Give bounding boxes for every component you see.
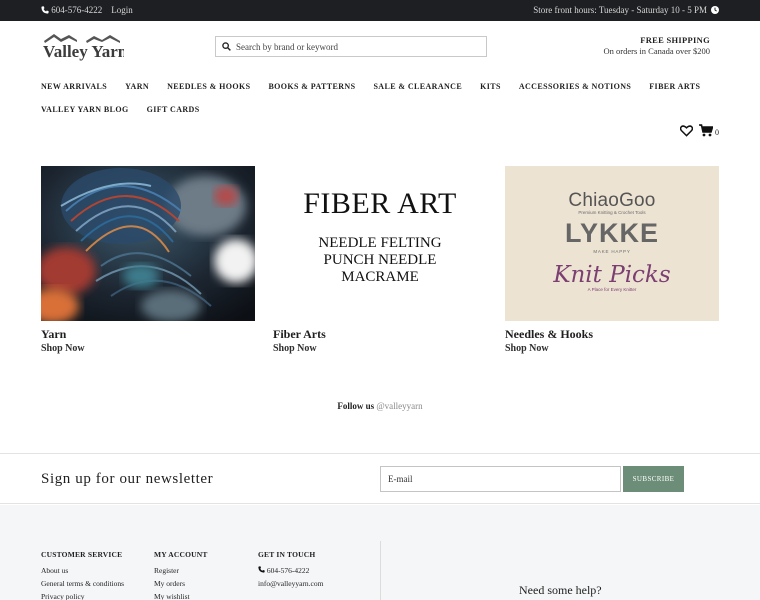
nav-yarn[interactable]: YARN	[125, 82, 149, 93]
tile-title-yarn[interactable]: Yarn	[41, 327, 66, 342]
shipping-subtitle: On orders in Canada over $200	[603, 46, 710, 56]
brand-knit-picks: Knit Picks	[553, 262, 671, 288]
subscribe-button[interactable]: SUBSCRIBE	[623, 466, 684, 492]
brand-knit-picks-tag: A Place for Every Knitter	[587, 287, 637, 292]
brand-chiaogoo: ChiaoGoo	[568, 190, 656, 211]
newsletter-heading: Sign up for our newsletter	[41, 471, 214, 487]
shipping-title: FREE SHIPPING	[640, 35, 710, 45]
top-bar: 604-576-4222 Login Store front hours: Tu…	[0, 0, 760, 21]
login-link[interactable]: Login	[111, 5, 133, 15]
heart-icon	[679, 125, 694, 137]
nav-books-patterns[interactable]: BOOKS & PATTERNS	[268, 82, 355, 93]
footer-my-account: MY ACCOUNT Register My orders My wishlis…	[154, 548, 208, 600]
tile-title-fiber-arts[interactable]: Fiber Arts	[273, 327, 326, 342]
search-input[interactable]	[236, 41, 476, 52]
cart-button[interactable]: 0	[699, 124, 719, 137]
shipping-notice: FREE SHIPPING On orders in Canada over $…	[604, 35, 710, 57]
valley-yarn-logo: Valley Yarn	[43, 34, 128, 61]
footer-divider	[380, 541, 381, 600]
logo-wordmark: Valley Yarn	[43, 42, 124, 61]
nav-needles-hooks[interactable]: NEEDLES & HOOKS	[167, 82, 250, 93]
nav-kits[interactable]: KITS	[480, 82, 501, 93]
nav-gift-cards[interactable]: GIFT CARDS	[147, 105, 200, 116]
site-logo[interactable]: Valley Yarn	[42, 33, 128, 63]
footer-get-in-touch: GET IN TOUCH 604-576-4222 info@valleyyar…	[258, 548, 323, 590]
footer-link-terms[interactable]: General terms & conditions	[41, 577, 124, 590]
nav-fiber-arts[interactable]: FIBER ARTS	[649, 82, 700, 93]
footer-customer-service: CUSTOMER SERVICE About us General terms …	[41, 548, 124, 600]
main-nav: NEW ARRIVALS YARN NEEDLES & HOOKS BOOKS …	[41, 82, 731, 128]
shop-now-yarn[interactable]: Shop Now	[41, 343, 85, 354]
search-bar[interactable]	[215, 36, 487, 57]
wishlist-button[interactable]	[679, 124, 694, 142]
newsletter-email-input[interactable]	[380, 466, 621, 492]
nav-new-arrivals[interactable]: NEW ARRIVALS	[41, 82, 107, 93]
phone-icon	[41, 6, 49, 14]
needles-hooks-tile-image[interactable]: ChiaoGoo Premium Knitting & Crochet Tool…	[505, 166, 719, 321]
shop-now-fiber-arts[interactable]: Shop Now	[273, 343, 317, 354]
topbar-phone[interactable]: 604-576-4222	[41, 5, 102, 15]
brand-lykke: LYKKE	[564, 218, 660, 248]
shop-now-needles-hooks[interactable]: Shop Now	[505, 343, 549, 354]
footer-link-privacy[interactable]: Privacy policy	[41, 590, 124, 600]
nav-blog[interactable]: VALLEY YARN BLOG	[41, 105, 129, 116]
brand-lykke-tag: MAKE HAPPY	[593, 249, 631, 254]
tile-title-needles-hooks[interactable]: Needles & Hooks	[505, 327, 593, 342]
brand-chiaogoo-tag: Premium Knitting & Crochet Tools	[578, 210, 646, 215]
fiber-art-line: PUNCH NEEDLE	[323, 252, 437, 268]
footer: CUSTOMER SERVICE About us General terms …	[0, 505, 760, 600]
footer-heading: CUSTOMER SERVICE	[41, 550, 123, 559]
footer-heading: GET IN TOUCH	[258, 550, 316, 559]
yarn-photo	[41, 166, 255, 321]
instagram-handle-link[interactable]: @valleyyarn	[376, 401, 422, 411]
nav-row-2: VALLEY YARN BLOG GIFT CARDS	[41, 105, 731, 116]
footer-link-about[interactable]: About us	[41, 564, 124, 577]
fiber-arts-tile-image[interactable]: FIBER ART NEEDLE FELTING PUNCH NEEDLE MA…	[273, 166, 487, 321]
search-icon	[222, 42, 231, 51]
cart-icon	[699, 124, 713, 137]
fiber-art-line: MACRAME	[341, 269, 419, 285]
footer-link-orders[interactable]: My orders	[154, 577, 208, 590]
fiber-art-line: NEEDLE FELTING	[318, 235, 442, 251]
nav-row-1: NEW ARRIVALS YARN NEEDLES & HOOKS BOOKS …	[41, 82, 731, 93]
footer-link-wishlist[interactable]: My wishlist	[154, 590, 208, 600]
newsletter-section: Sign up for our newsletter SUBSCRIBE	[0, 453, 760, 504]
help-heading: Need some help?	[519, 583, 602, 597]
yarn-tile-image[interactable]	[41, 166, 255, 321]
nav-sale-clearance[interactable]: SALE & CLEARANCE	[373, 82, 462, 93]
fiber-art-heading: FIBER ART	[303, 187, 457, 220]
cart-count: 0	[715, 128, 719, 137]
footer-link-register[interactable]: Register	[154, 564, 208, 577]
follow-us: Follow us @valleyyarn	[0, 401, 760, 411]
store-hours: Store front hours: Tuesday - Saturday 10…	[533, 5, 707, 15]
clock-icon	[711, 6, 719, 14]
nav-accessories-notions[interactable]: ACCESSORIES & NOTIONS	[519, 82, 631, 93]
footer-heading: MY ACCOUNT	[154, 550, 208, 559]
footer-phone-link[interactable]: 604-576-4222	[258, 564, 323, 577]
phone-icon	[258, 566, 265, 573]
footer-email-link[interactable]: info@valleyyarn.com	[258, 577, 323, 590]
follow-label: Follow us	[337, 401, 375, 411]
